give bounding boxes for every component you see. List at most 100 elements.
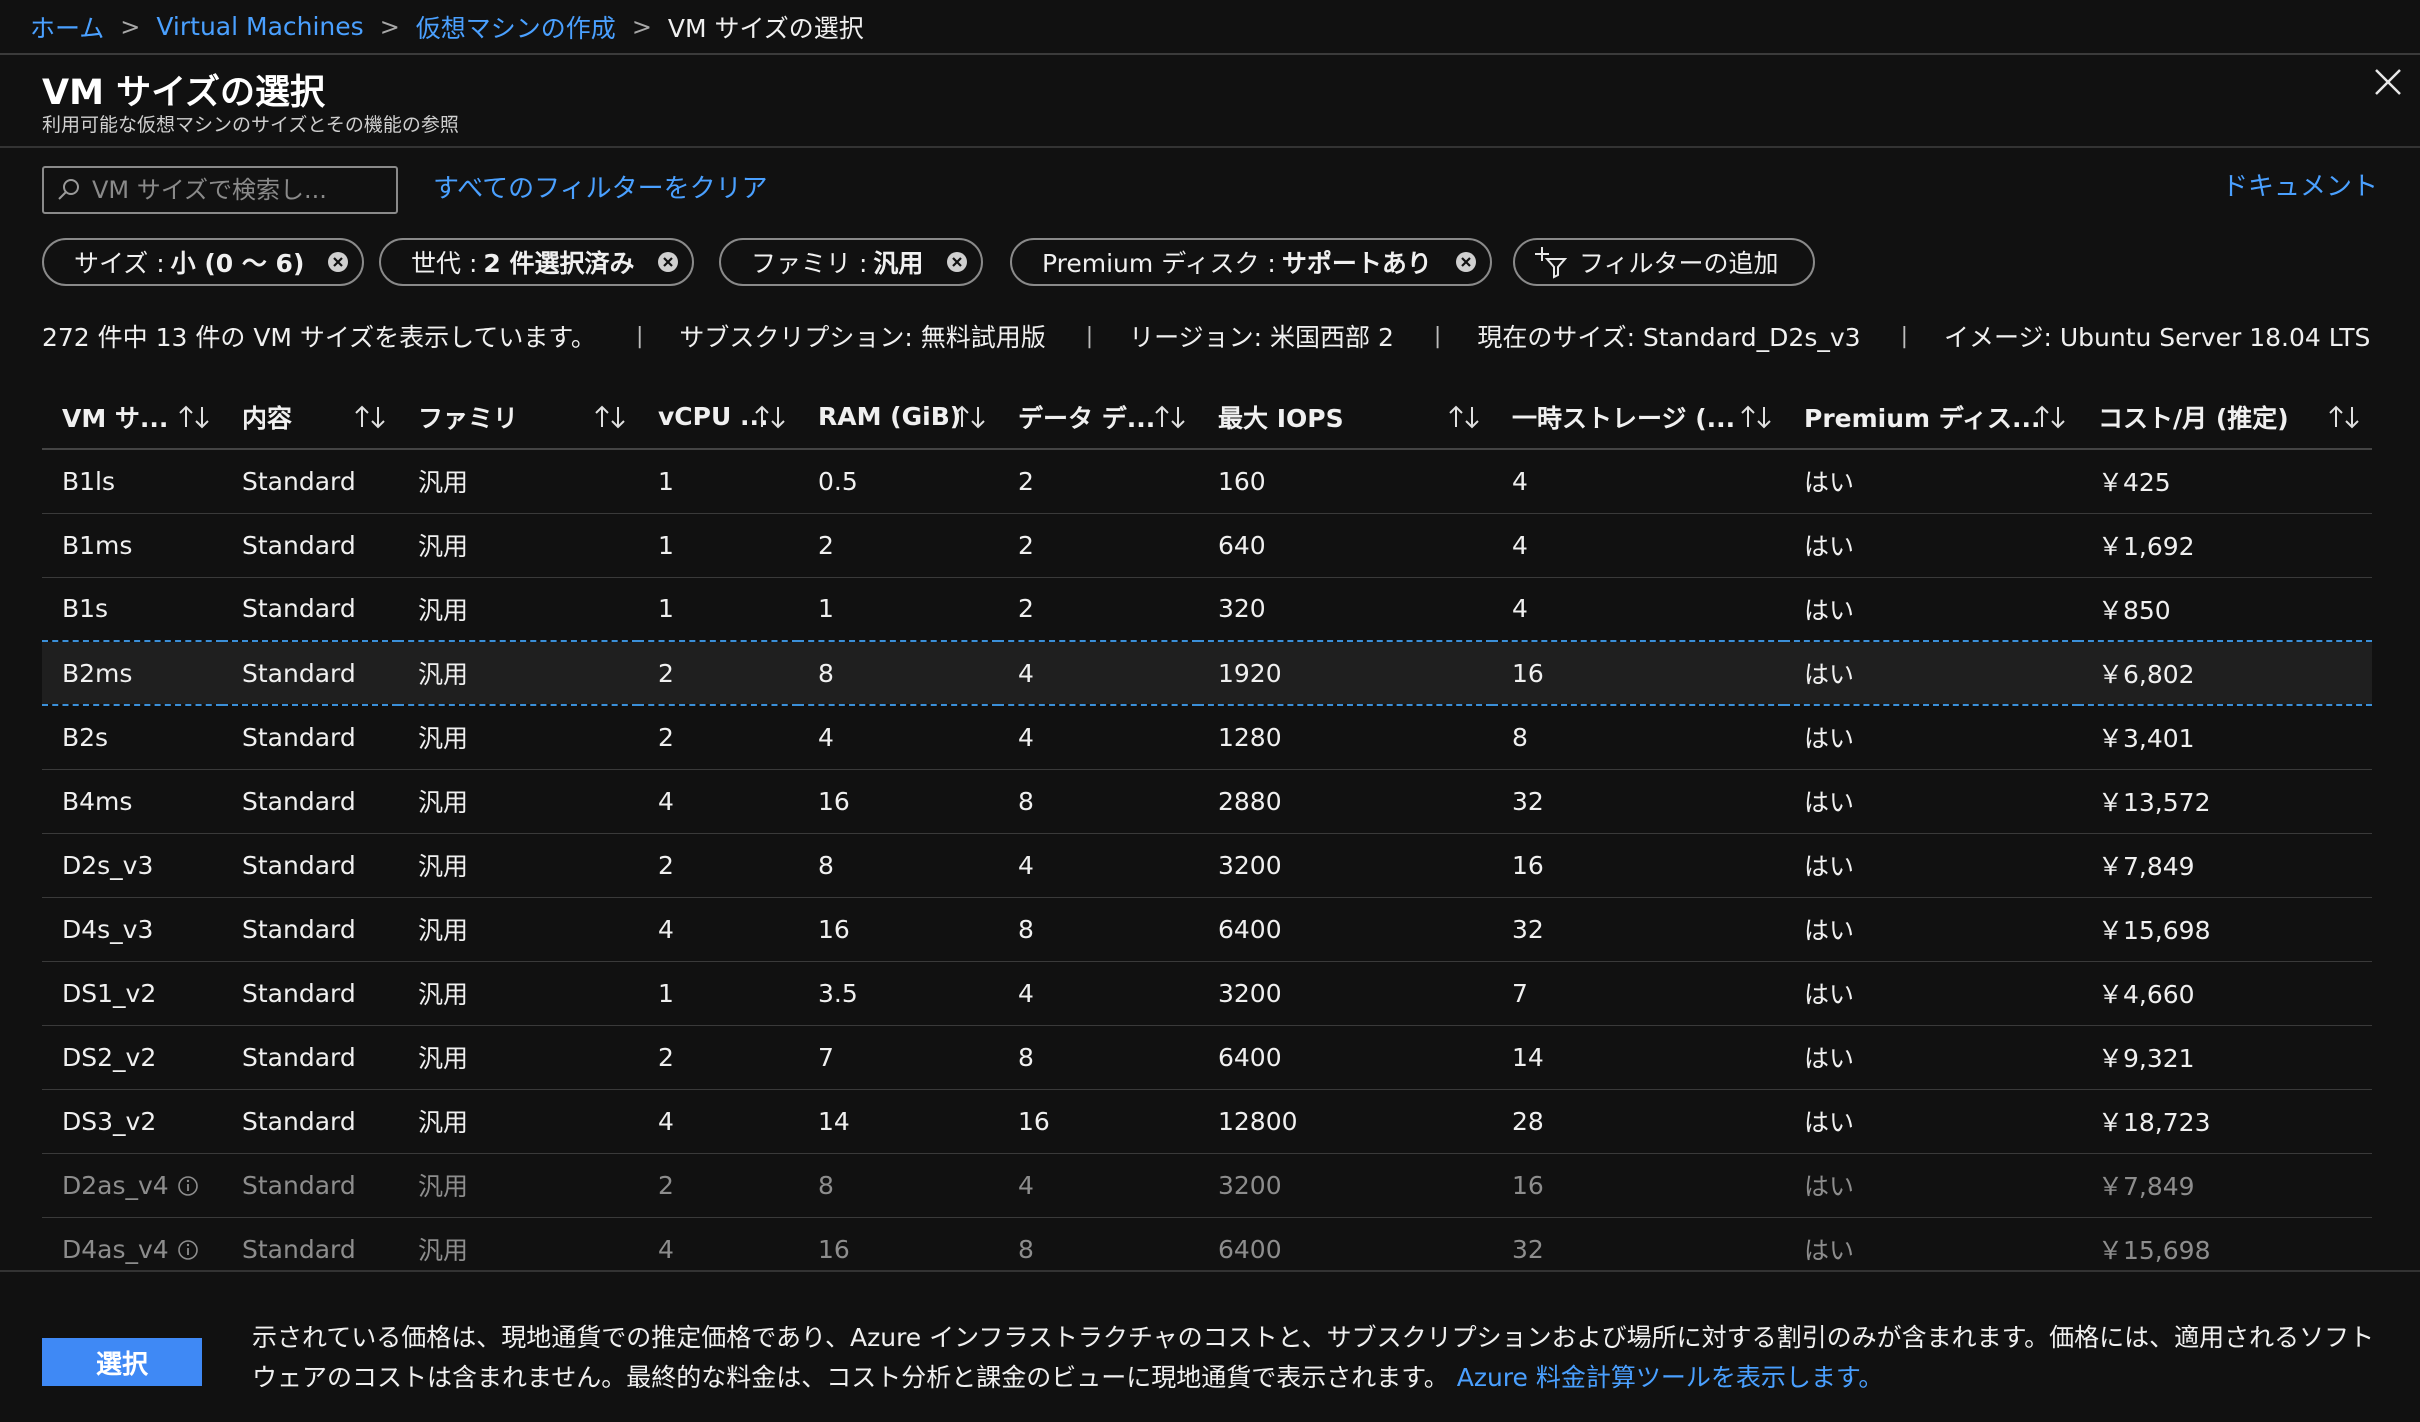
cell-temp-storage: 32	[1492, 897, 1784, 962]
table-row[interactable]: B2ms Standard 汎用 2 8 4 1920 16 はい ￥6,802	[42, 640, 2372, 706]
clear-filters-link[interactable]: すべてのフィルターをクリア	[433, 168, 768, 205]
filter-label: ファミリ :	[751, 249, 868, 278]
breadcrumb-home[interactable]: ホーム	[30, 9, 104, 45]
cell-vcpu: 1	[638, 449, 798, 514]
table-row[interactable]: DS2_v2 Standard 汎用 2 7 8 6400 14 はい ￥9,321	[42, 1025, 2372, 1090]
info-icon[interactable]	[177, 1175, 199, 1197]
cell-family: 汎用	[398, 449, 638, 514]
sort-arrows-icon[interactable]	[1152, 403, 1188, 431]
cell-value: 6400	[1218, 1234, 1282, 1264]
pricing-calculator-link[interactable]: Azure 料金計算ツールを表示します。	[1457, 1363, 1884, 1392]
table-row[interactable]: D2as_v4 Standard 汎用 2 8 4 3200 16 はい ￥7,849	[42, 1153, 2372, 1218]
sort-arrows-icon[interactable]	[176, 403, 212, 431]
table-row[interactable]: DS1_v2 Standard 汎用 1 3.5 4 3200 7 はい ￥4,660	[42, 961, 2372, 1026]
header-divider	[0, 146, 2420, 148]
table-row[interactable]: B1ls Standard 汎用 1 0.5 2 160 4 はい ￥425	[42, 449, 2372, 514]
table-row[interactable]: B4ms Standard 汎用 4 16 8 2880 32 はい ￥13,572	[42, 769, 2372, 834]
column-header-offering[interactable]: 内容	[222, 385, 398, 450]
cell-value: 2	[818, 530, 834, 560]
cell-value: 6400	[1218, 914, 1282, 944]
breadcrumb-create-vm[interactable]: 仮想マシンの作成	[416, 9, 616, 45]
column-header-ram[interactable]: RAM (GiB)	[798, 385, 998, 450]
breadcrumb-virtual-machines[interactable]: Virtual Machines	[156, 12, 363, 41]
cell-value: D2as_v4	[62, 1170, 169, 1200]
sort-arrows-icon[interactable]	[2032, 403, 2068, 431]
circle-x-icon[interactable]	[945, 250, 969, 274]
cell-vcpu: 4	[638, 897, 798, 962]
cell-ram: 4	[798, 705, 998, 770]
cell-ram: 14	[798, 1089, 998, 1154]
cell-value: はい	[1804, 660, 1855, 689]
sort-arrows-icon[interactable]	[352, 403, 388, 431]
cell-data-disks: 4	[998, 833, 1198, 898]
cell-ram: 16	[798, 769, 998, 834]
cell-max-iops: 1920	[1198, 640, 1492, 706]
column-header-temp-storage[interactable]: 一時ストレージ (...	[1492, 385, 1784, 450]
documentation-link[interactable]: ドキュメント	[2222, 166, 2378, 203]
sort-arrows-icon[interactable]	[952, 403, 988, 431]
sort-arrows-icon[interactable]	[592, 403, 628, 431]
cell-premium-disk: はい	[1784, 1153, 2078, 1218]
close-button[interactable]	[2370, 64, 2406, 100]
cell-family: 汎用	[398, 1089, 638, 1154]
filter-pill-size[interactable]: サイズ : 小 (0 〜 6)	[42, 238, 365, 286]
column-header-family[interactable]: ファミリ	[398, 385, 638, 450]
cell-cost-month: ￥15,698	[2078, 1217, 2372, 1269]
cell-vm-size: DS3_v2	[42, 1089, 222, 1154]
table-row[interactable]: D4as_v4 Standard 汎用 4 16 8 6400 32 はい ￥15,698	[42, 1217, 2372, 1269]
cell-family: 汎用	[398, 513, 638, 578]
cell-value: 16	[1018, 1106, 1050, 1136]
column-header-vm-size[interactable]: VM サ...	[42, 385, 222, 450]
table-row[interactable]: DS3_v2 Standard 汎用 4 14 16 12800 28 はい ￥18,723	[42, 1089, 2372, 1154]
column-header-cost-month[interactable]: コスト/月 (推定)	[2078, 385, 2372, 450]
cell-value: ￥3,401	[2098, 724, 2195, 754]
cell-max-iops: 1280	[1198, 705, 1492, 770]
table-row[interactable]: D2s_v3 Standard 汎用 2 8 4 3200 16 はい ￥7,849	[42, 833, 2372, 898]
cell-value: 16	[818, 1234, 850, 1264]
vm-size-table-container[interactable]: VM サ... 内容 ファミリ vCPU ... RAM (GiB) データ デ... 最大…	[42, 385, 2372, 1269]
search-box[interactable]	[42, 166, 398, 214]
circle-x-icon[interactable]	[656, 250, 680, 274]
column-header-max-iops[interactable]: 最大 IOPS	[1198, 385, 1492, 450]
sort-arrows-icon[interactable]	[1738, 403, 1774, 431]
cell-data-disks: 2	[998, 513, 1198, 578]
cell-value: 4	[1018, 722, 1034, 752]
column-header-data-disks[interactable]: データ デ...	[998, 385, 1198, 450]
cell-premium-disk: はい	[1784, 449, 2078, 514]
cell-value: Standard	[242, 850, 356, 880]
cell-value: ￥7,849	[2098, 852, 2195, 881]
cell-value: Standard	[242, 658, 356, 688]
select-button[interactable]: 選択	[42, 1338, 202, 1386]
filter-pill-generation[interactable]: 世代 : 2 件選択済み	[379, 238, 695, 286]
circle-x-icon[interactable]	[1454, 250, 1478, 274]
cell-offering: Standard	[222, 449, 398, 514]
search-input[interactable]	[92, 176, 392, 204]
table-row[interactable]: B1s Standard 汎用 1 1 2 320 4 はい ￥850	[42, 577, 2372, 642]
cell-family: 汎用	[398, 640, 638, 706]
cell-cost-month: ￥13,572	[2078, 769, 2372, 834]
sort-arrows-icon[interactable]	[752, 403, 788, 431]
table-row[interactable]: B1ms Standard 汎用 1 2 2 640 4 はい ￥1,692	[42, 513, 2372, 578]
cell-max-iops: 3200	[1198, 1153, 1492, 1218]
filter-pill-family[interactable]: ファミリ : 汎用	[719, 238, 984, 286]
cell-temp-storage: 4	[1492, 513, 1784, 578]
sort-arrows-icon[interactable]	[1446, 403, 1482, 431]
cell-value: B1ms	[62, 530, 133, 560]
cell-value: 2	[1018, 594, 1034, 624]
circle-x-icon[interactable]	[326, 250, 350, 274]
cell-offering: Standard	[222, 769, 398, 834]
cell-cost-month: ￥425	[2078, 449, 2372, 514]
cell-value: 汎用	[418, 468, 469, 498]
page-title: VM サイズの選択	[42, 73, 326, 113]
column-header-vcpu[interactable]: vCPU ...	[638, 385, 798, 450]
table-row[interactable]: D4s_v3 Standard 汎用 4 16 8 6400 32 はい ￥15,698	[42, 897, 2372, 962]
table-row[interactable]: B2s Standard 汎用 2 4 4 1280 8 はい ￥3,401	[42, 705, 2372, 770]
info-icon[interactable]	[177, 1239, 199, 1261]
cell-max-iops: 640	[1198, 513, 1492, 578]
add-filter-button[interactable]: フィルターの追加	[1513, 238, 1815, 286]
filter-value: 小 (0 〜 6)	[170, 249, 305, 278]
filter-pill-premium-disk[interactable]: Premium ディスク : サポートあり	[1010, 238, 1492, 286]
column-header-premium-disk[interactable]: Premium ディス...	[1784, 385, 2078, 450]
sort-arrows-icon[interactable]	[2326, 403, 2362, 431]
subscription-info: サブスクリプション: 無料試用版	[679, 323, 1046, 352]
